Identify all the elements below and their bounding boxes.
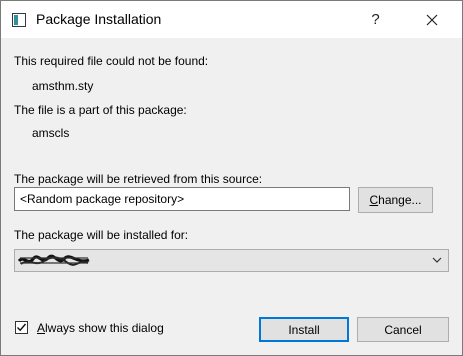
package-label: The file is a part of this package:	[14, 103, 187, 117]
obscured-value-scribble	[18, 254, 90, 266]
cancel-button[interactable]: Cancel	[357, 317, 449, 342]
missing-file-label: This required file could not be found:	[14, 54, 209, 68]
change-button-label: hange...	[378, 193, 422, 207]
title-bar: Package Installation ?	[1, 1, 462, 38]
checkmark-icon	[17, 323, 27, 332]
window-title: Package Installation	[36, 11, 162, 27]
always-show-checkbox[interactable]	[15, 321, 28, 334]
package-installation-dialog: Package Installation ? This required fil…	[0, 0, 463, 356]
close-icon	[426, 14, 437, 25]
install-for-label: The package will be installed for:	[14, 228, 189, 242]
change-button[interactable]: Change...	[358, 187, 433, 213]
chevron-down-icon	[432, 257, 442, 263]
install-button[interactable]: Install	[259, 317, 349, 342]
change-button-mnemonic: C	[369, 193, 379, 207]
always-show-text: lways show this dialog	[45, 321, 164, 335]
help-icon: ?	[371, 11, 380, 28]
app-icon	[12, 13, 26, 27]
source-label: The package will be retrieved from this …	[14, 172, 263, 186]
always-show-label[interactable]: Always show this dialog	[37, 321, 164, 335]
missing-file-value: amsthm.sty	[32, 79, 94, 93]
close-button[interactable]	[409, 1, 454, 38]
source-field[interactable]: <Random package repository>	[14, 187, 350, 211]
package-value: amscls	[32, 126, 70, 140]
always-show-mnemonic: A	[37, 321, 46, 335]
install-for-dropdown[interactable]	[14, 249, 449, 272]
help-button[interactable]: ?	[353, 1, 398, 38]
